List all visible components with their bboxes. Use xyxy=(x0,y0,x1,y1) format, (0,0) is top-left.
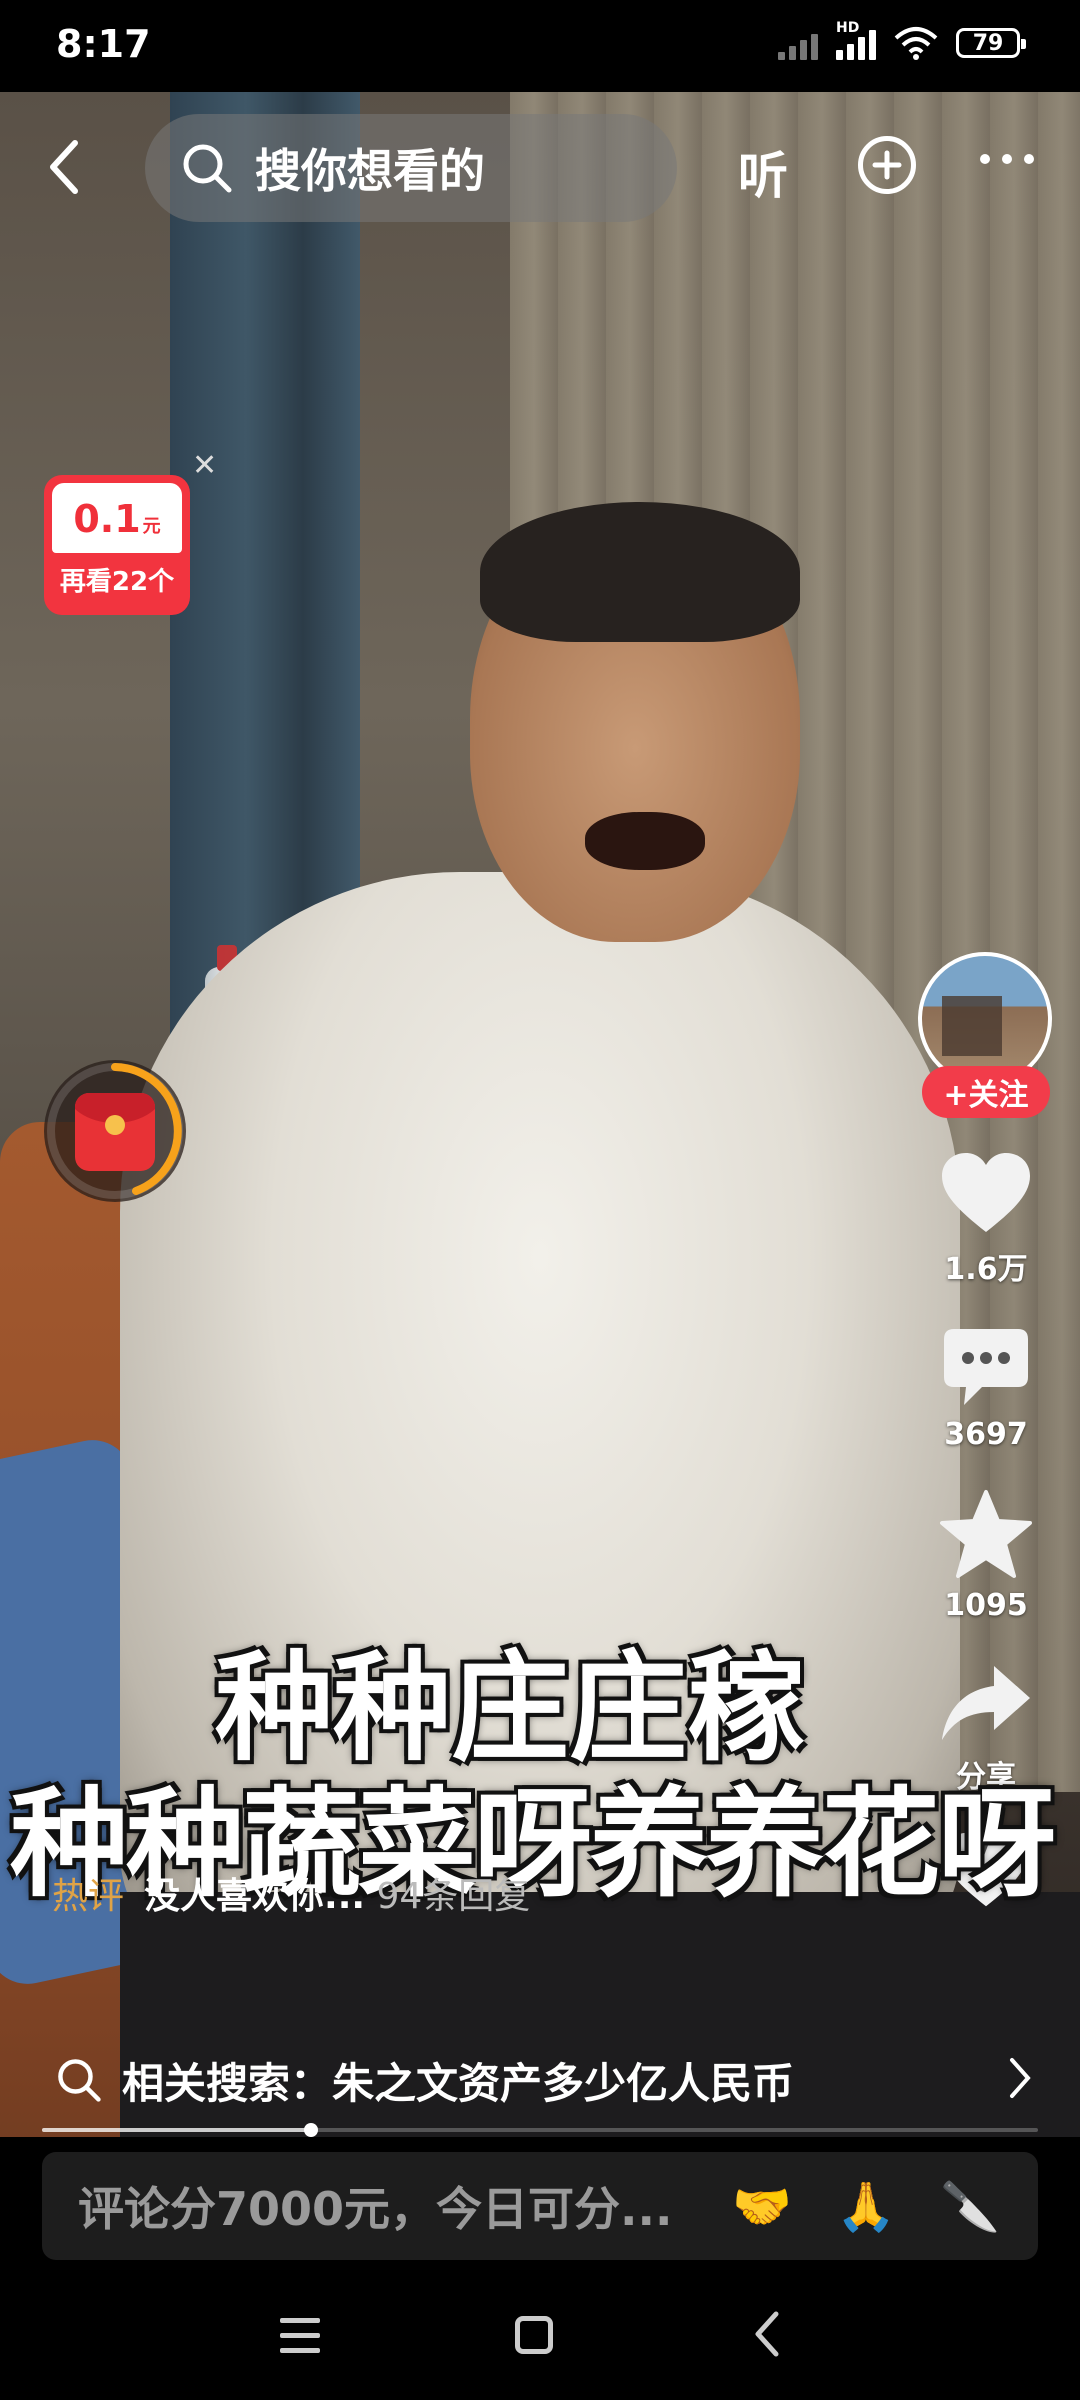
search-box[interactable]: 搜你想看的 xyxy=(145,114,677,222)
menu-line-icon xyxy=(280,2333,320,2338)
hot-comment-tag: 热评 xyxy=(52,1876,125,1917)
screen: 8:17 HD 79 搜你想看的 听 ✕ 0.1 元 再看22个 +关注 1.6… xyxy=(0,0,1080,2400)
related-search-bar[interactable]: 相关搜索：朱之文资产多少亿人民币 xyxy=(0,2040,1080,2120)
plus-icon xyxy=(872,150,902,180)
hot-comment[interactable]: 热评 没人喜欢你... 94条回复 xyxy=(52,1866,652,1928)
person-mouth xyxy=(585,812,705,870)
follow-button[interactable]: +关注 xyxy=(922,1066,1050,1118)
hot-comment-replies: 94条回复 xyxy=(376,1876,531,1917)
like-button[interactable]: 1.6万 xyxy=(936,1150,1036,1288)
star-icon xyxy=(940,1490,1032,1578)
comment-button[interactable]: 3697 xyxy=(936,1325,1036,1452)
reward-amount: 0.1 xyxy=(73,497,141,541)
red-packet-timer[interactable] xyxy=(44,1060,186,1202)
comment-icon xyxy=(944,1329,1028,1405)
comment-count: 3697 xyxy=(944,1417,1028,1452)
progress-fill xyxy=(42,2128,311,2132)
nav-back-icon[interactable] xyxy=(752,2310,782,2358)
hd-badge: HD xyxy=(836,20,860,36)
status-bar: 8:17 HD 79 xyxy=(0,0,1080,92)
like-count: 1.6万 xyxy=(944,1252,1028,1287)
search-icon xyxy=(58,2059,101,2102)
menu-line-icon xyxy=(280,2318,320,2323)
progress-handle[interactable] xyxy=(303,2123,318,2137)
menu-line-icon xyxy=(280,2348,320,2353)
more-dot-icon xyxy=(1002,154,1012,164)
recents-button[interactable] xyxy=(280,2318,320,2353)
back-button[interactable] xyxy=(36,132,92,202)
navigation-bar xyxy=(0,2270,1080,2400)
person-hair xyxy=(480,502,800,642)
wifi-icon xyxy=(894,27,938,60)
back-arrow-icon xyxy=(50,140,78,194)
reward-widget[interactable]: 0.1 元 再看22个 xyxy=(44,475,190,615)
more-dot-icon xyxy=(980,154,990,164)
signal-1-icon xyxy=(778,26,818,60)
hot-comment-text: 没人喜欢你... xyxy=(144,1876,366,1917)
battery-icon: 79 xyxy=(956,28,1026,58)
search-icon xyxy=(183,144,232,193)
favorite-button[interactable]: 1095 xyxy=(936,1488,1036,1623)
hd-signal-group: HD xyxy=(836,20,876,60)
add-button[interactable] xyxy=(858,136,916,194)
related-search-text: 相关搜索：朱之文资产多少亿人民币 xyxy=(122,2058,795,2108)
red-envelope-icon xyxy=(75,1093,155,1171)
more-dot-icon xyxy=(1024,154,1034,164)
status-time: 8:17 xyxy=(56,22,151,66)
home-button[interactable] xyxy=(515,2316,553,2354)
chevron-right-icon xyxy=(1010,2058,1031,2098)
more-button[interactable] xyxy=(980,154,1034,164)
status-icons: HD 79 xyxy=(778,20,1026,60)
heart-icon xyxy=(942,1153,1030,1232)
search-placeholder: 搜你想看的 xyxy=(255,144,485,198)
reward-amount-box: 0.1 元 xyxy=(52,483,182,553)
knife-emoji[interactable]: 🔪 xyxy=(940,2178,1000,2235)
avatar-image xyxy=(942,996,1002,1056)
reward-caption: 再看22个 xyxy=(59,567,175,597)
reward-unit: 元 xyxy=(142,516,161,537)
handshake-emoji[interactable]: 🤝 xyxy=(732,2178,792,2235)
pray-emoji[interactable]: 🙏 xyxy=(836,2178,896,2235)
listen-button[interactable]: 听 xyxy=(738,136,788,208)
top-bar: 搜你想看的 听 xyxy=(0,92,1080,242)
video-progress-bar[interactable] xyxy=(42,2123,1038,2137)
reward-close-icon[interactable]: ✕ xyxy=(192,448,217,483)
comment-placeholder: 评论分7000元，今日可分... xyxy=(78,2182,673,2236)
comment-input[interactable]: 评论分7000元，今日可分... 🤝 🙏 🔪 xyxy=(42,2152,1038,2260)
